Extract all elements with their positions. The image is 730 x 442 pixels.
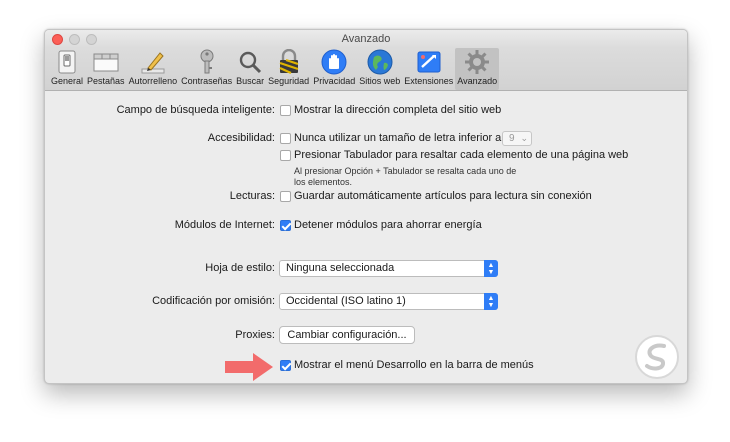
save-articles-text: Guardar automáticamente artículos para l…	[294, 190, 592, 202]
change-settings-button[interactable]: Cambiar configuración...	[279, 326, 415, 344]
tab-label: Seguridad	[268, 76, 310, 86]
save-articles-checkbox[interactable]	[280, 191, 291, 202]
tab-privacy[interactable]: Privacidad	[311, 48, 357, 90]
tab-security[interactable]: Seguridad	[266, 48, 311, 90]
tab-label: Autorrelleno	[128, 76, 178, 86]
accessibility-label: Accesibilidad:	[207, 132, 275, 144]
tab-passwords[interactable]: Contraseñas	[179, 48, 234, 90]
advanced-settings-pane: Campo de búsqueda inteligente: Mostrar l…	[45, 91, 687, 383]
stop-plugins-checkbox[interactable]	[280, 220, 291, 231]
updown-chevron-icon: ▲ ▼	[484, 293, 498, 310]
tab-advanced[interactable]: Avanzado	[455, 48, 500, 90]
padlock-icon	[276, 49, 302, 75]
tab-label: Contraseñas	[181, 76, 233, 86]
key-icon	[194, 49, 220, 75]
stylesheet-row: Hoja de estilo: Ninguna seleccionada ▲ ▼	[45, 260, 687, 278]
accessibility-row: Accesibilidad: Nunca utilizar un tamaño …	[45, 130, 687, 148]
tab-autofill[interactable]: Autorrelleno	[127, 48, 180, 90]
preferences-toolbar: General Pestañas Autorrelleno Contraseña…	[45, 48, 687, 91]
tab-label: Avanzado	[457, 76, 498, 86]
gear-icon	[464, 49, 490, 75]
tab-highlight-text: Presionar Tabulador para resaltar cada e…	[294, 149, 629, 161]
reading-row: Lecturas: Guardar automáticamente artícu…	[45, 188, 687, 206]
min-font-size-value: 9	[509, 133, 515, 144]
tab-label: Sitios web	[359, 76, 401, 86]
tabs-icon	[93, 49, 119, 75]
tab-tabs[interactable]: Pestañas	[85, 48, 127, 90]
tab-label: Buscar	[236, 76, 265, 86]
tab-extensions[interactable]: Extensiones	[402, 48, 455, 90]
proxies-label: Proxies:	[235, 329, 275, 341]
preferences-window: Avanzado General Pestañas Autorrelleno C…	[44, 29, 688, 384]
show-full-address-checkbox[interactable]	[280, 105, 291, 116]
globe-icon	[367, 49, 393, 75]
plugins-row: Módulos de Internet: Detener módulos par…	[45, 217, 687, 235]
smart-search-label: Campo de búsqueda inteligente:	[116, 104, 275, 116]
tab-highlight-note-line1: Al presionar Opción + Tabulador se resal…	[294, 166, 517, 176]
show-develop-menu-checkbox[interactable]	[280, 360, 291, 371]
updown-chevron-icon: ▲ ▼	[484, 260, 498, 277]
tab-general[interactable]: General	[49, 48, 85, 90]
smart-search-row: Campo de búsqueda inteligente: Mostrar l…	[45, 102, 687, 120]
tab-label: Privacidad	[313, 76, 356, 86]
stop-plugins-text: Detener módulos para ahorrar energía	[294, 219, 482, 231]
tab-websites[interactable]: Sitios web	[357, 48, 402, 90]
tab-label: Pestañas	[87, 76, 125, 86]
min-font-size-select[interactable]: 9 ⌄	[502, 131, 532, 146]
watermark-logo-icon	[635, 335, 679, 379]
min-font-size-checkbox[interactable]	[280, 133, 291, 144]
pointer-arrow-icon	[225, 353, 273, 381]
encoding-select[interactable]: Occidental (ISO latino 1) ▲ ▼	[279, 293, 498, 310]
tab-search[interactable]: Buscar	[234, 48, 266, 90]
privacy-hand-icon	[321, 49, 347, 75]
plugins-label: Módulos de Internet:	[174, 219, 275, 231]
stylesheet-value: Ninguna seleccionada	[286, 262, 395, 274]
min-font-size-text: Nunca utilizar un tamaño de letra inferi…	[294, 132, 502, 144]
tab-label: General	[51, 76, 84, 86]
stylesheet-label: Hoja de estilo:	[205, 262, 275, 274]
window-title: Avanzado	[341, 33, 391, 45]
tab-highlight-note-line2: los elementos.	[294, 177, 353, 187]
chevron-down-icon: ⌄	[520, 133, 528, 143]
proxies-row: Proxies: Cambiar configuración...	[45, 326, 687, 345]
develop-menu-row: Mostrar el menú Desarrollo en la barra d…	[45, 357, 687, 375]
autofill-pencil-icon	[140, 49, 166, 75]
encoding-label: Codificación por omisión:	[152, 295, 275, 307]
show-full-address-text: Mostrar la dirección completa del sitio …	[294, 104, 502, 116]
magnifier-icon	[237, 49, 263, 75]
extensions-icon	[416, 49, 442, 75]
encoding-value: Occidental (ISO latino 1)	[286, 295, 406, 307]
title-bar: Avanzado	[45, 30, 687, 48]
stylesheet-select[interactable]: Ninguna seleccionada ▲ ▼	[279, 260, 498, 277]
show-develop-menu-text: Mostrar el menú Desarrollo en la barra d…	[294, 359, 534, 371]
tab-highlight-checkbox[interactable]	[280, 150, 291, 161]
tab-highlight-row: Presionar Tabulador para resaltar cada e…	[45, 147, 687, 165]
encoding-row: Codificación por omisión: Occidental (IS…	[45, 293, 687, 311]
tab-label: Extensiones	[404, 76, 454, 86]
general-switch-icon	[54, 49, 80, 75]
reading-label: Lecturas:	[229, 190, 275, 202]
